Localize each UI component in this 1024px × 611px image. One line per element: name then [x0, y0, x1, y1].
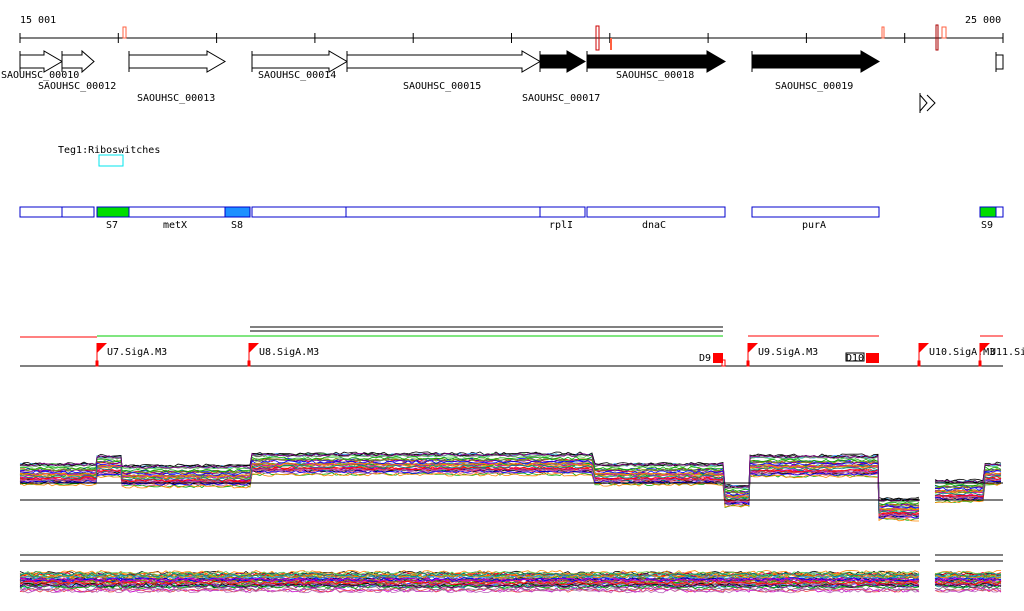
gene-SAOUHSC_00019[interactable]: SAOUHSC_00019: [751, 50, 880, 92]
ruler-end-label: 25 000: [965, 15, 1001, 26]
feature-box[interactable]: [995, 206, 1004, 218]
feature-label: S7: [106, 220, 118, 231]
gene-label: SAOUHSC_00014: [258, 70, 336, 81]
gene-label: SAOUHSC_00019: [775, 81, 853, 92]
genome-browser: 15 001 25 000 SAOUHSC_00010SAOUHSC_00012…: [1, 15, 1024, 594]
feature-label: metX: [163, 220, 187, 231]
feature-S9[interactable]: [979, 206, 997, 218]
promoter-label: U8.SigA.M3: [259, 347, 319, 358]
gene-label: SAOUHSC_00010: [1, 70, 79, 81]
feature-S7[interactable]: [96, 206, 130, 218]
promoter-label: U7.SigA.M3: [107, 347, 167, 358]
gene-SAOUHSC_00013[interactable]: SAOUHSC_00013: [128, 50, 226, 104]
feature-purA[interactable]: [751, 206, 880, 218]
gene-SAOUHSC_00018[interactable]: SAOUHSC_00018: [586, 50, 726, 81]
gene-label: SAOUHSC_00013: [137, 93, 215, 104]
feature-box[interactable]: [345, 206, 541, 218]
feature-box[interactable]: [19, 206, 63, 218]
gene-label: SAOUHSC_00015: [403, 81, 481, 92]
double-arrow-icon: [919, 93, 936, 113]
small-gene-end[interactable]: [995, 52, 1004, 72]
gene-label: SAOUHSC_00012: [38, 81, 116, 92]
promoter-U8.SigA.M3[interactable]: U8.SigA.M3: [247, 343, 319, 367]
riboswitch-feature[interactable]: [98, 154, 124, 167]
gene-SAOUHSC_00014[interactable]: SAOUHSC_00014: [251, 50, 348, 81]
feature-label: S8: [231, 220, 243, 231]
feature-label: S9: [981, 220, 993, 231]
expression-track-2: [19, 554, 1003, 594]
gene-label: SAOUHSC_00018: [616, 70, 694, 81]
promoter-U9.SigA.M3[interactable]: U9.SigA.M3: [746, 343, 818, 367]
feature-track: S7 metX S8 rplI dnaC purA S9: [19, 206, 1004, 231]
promoter-track: U7.SigA.M3 U8.SigA.M3 U9.SigA.M3 U10.SigA.M…: [20, 326, 1024, 367]
feature-label: rplI: [549, 220, 573, 231]
ruler-start-label: 15 001: [20, 15, 56, 26]
promoter-U7.SigA.M3[interactable]: U7.SigA.M3: [95, 343, 167, 367]
feature-label: dnaC: [642, 220, 666, 231]
gene-SAOUHSC_00015[interactable]: SAOUHSC_00015: [346, 50, 541, 92]
promoter-label: U10.SigA.M3: [929, 347, 995, 358]
promoter-label: U11.Si: [990, 347, 1024, 358]
feature-label: purA: [802, 220, 826, 231]
feature-box[interactable]: [251, 206, 347, 218]
gene-track: SAOUHSC_00010SAOUHSC_00012 SAOUHSC_00013 S…: [1, 49, 880, 104]
feature-dnaC[interactable]: [586, 206, 726, 218]
terminator-d10[interactable]: [866, 353, 879, 363]
gene-label: SAOUHSC_00017: [522, 93, 600, 104]
riboswitch-track-label: Teg1:Riboswitches: [58, 145, 160, 156]
feature-box[interactable]: [61, 206, 95, 218]
ruler: 15 001 25 000: [19, 15, 1004, 51]
terminator-label: D9: [699, 353, 711, 364]
feature-rplI[interactable]: [539, 206, 586, 218]
feature-S8[interactable]: [224, 206, 251, 218]
terminator-label: D10: [846, 353, 864, 364]
promoter-label: U9.SigA.M3: [758, 347, 818, 358]
feature-metX[interactable]: [128, 206, 226, 218]
expression-track-1: [19, 451, 1003, 522]
